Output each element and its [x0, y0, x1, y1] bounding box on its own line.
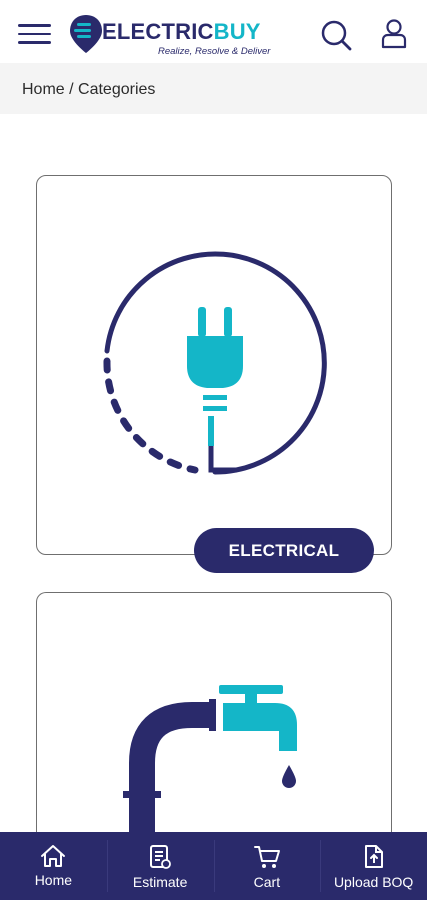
breadcrumb-separator: / [64, 81, 79, 98]
logo-tagline: Realize, Resolve & Deliver [158, 46, 271, 57]
upload-document-icon [364, 845, 383, 868]
top-header: ELECTRICBUY Realize, Resolve & Deliver [0, 0, 427, 63]
home-icon [41, 845, 66, 867]
brand-logo[interactable]: ELECTRICBUY Realize, Resolve & Deliver [68, 13, 278, 61]
nav-label: Cart [253, 874, 281, 890]
breadcrumb: Home / Categories [0, 63, 427, 114]
nav-cart[interactable]: Cart [213, 832, 321, 900]
cart-icon [253, 846, 280, 868]
location-pin-icon [70, 15, 102, 53]
nav-home[interactable]: Home [0, 832, 107, 900]
nav-label: Estimate [132, 874, 188, 890]
plug-icon [103, 251, 327, 475]
nav-label: Home [34, 872, 73, 888]
breadcrumb-current: Categories [78, 81, 156, 98]
search-icon[interactable] [320, 19, 352, 51]
hamburger-menu-icon[interactable] [18, 24, 52, 48]
category-card-electrical[interactable]: ELECTRICAL [36, 175, 392, 573]
bottom-navigation: Home Estimate Cart Upload BOQ [0, 832, 427, 900]
logo-wordmark: ELECTRICBUY [102, 19, 261, 44]
user-profile-icon[interactable] [380, 18, 408, 50]
category-label[interactable]: ELECTRICAL [194, 528, 374, 573]
app-screen: ELECTRICBUY Realize, Resolve & Deliver H… [0, 0, 427, 900]
nav-label: Upload BOQ [333, 874, 414, 890]
water-tap-icon [123, 685, 297, 833]
nav-upload-boq[interactable]: Upload BOQ [320, 832, 427, 900]
breadcrumb-home-link[interactable]: Home [22, 81, 65, 98]
nav-estimate[interactable]: Estimate [106, 832, 214, 900]
estimate-icon [150, 845, 172, 869]
